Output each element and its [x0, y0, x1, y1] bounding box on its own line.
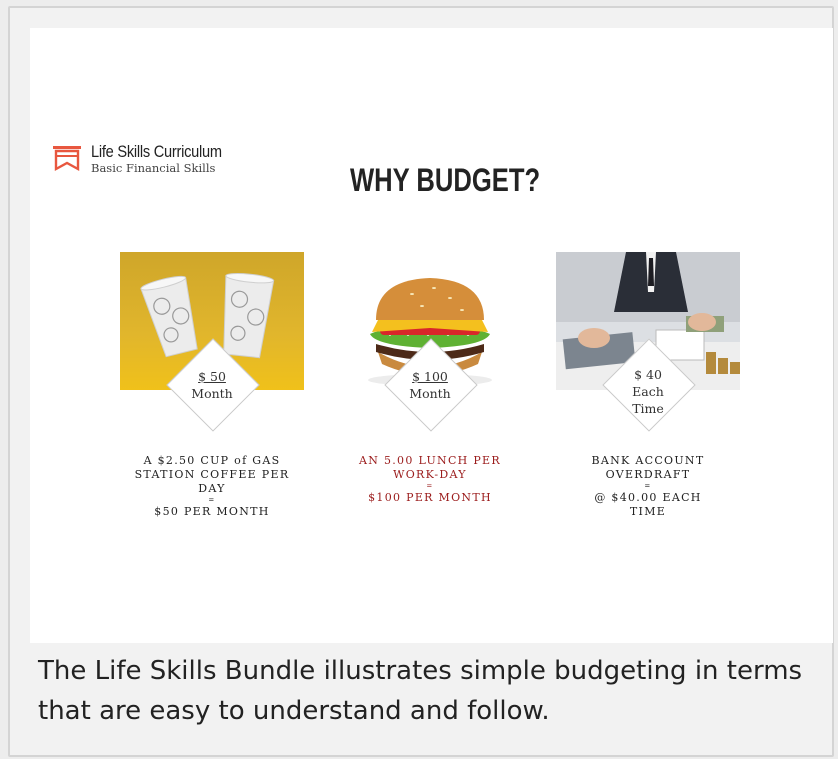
badge-amount: $ 50 — [198, 369, 226, 384]
caption-equals: = — [426, 482, 434, 490]
badge-amount: $ 100 — [412, 369, 448, 384]
caption-total: $50 PER MONTH — [154, 505, 270, 518]
caption-description: BANK ACCOUNT OVERDRAFT — [591, 454, 705, 481]
price-badge: $ 50 Month — [172, 368, 252, 402]
badge-unit: Month — [409, 386, 451, 401]
card-caption: A $2.50 CUP of GAS STATION COFFEE PER DA… — [120, 454, 304, 519]
card-caption: AN 5.00 LUNCH PER WORK-DAY = $100 PER MO… — [338, 454, 522, 505]
price-badge: $ 40 Each Time — [608, 366, 688, 417]
caption-equals: = — [208, 496, 216, 504]
badge-amount: $ 40 — [634, 367, 662, 382]
description-text: The Life Skills Bundle illustrates simpl… — [38, 656, 803, 726]
book-logo-icon — [53, 146, 81, 172]
slide: Life Skills Curriculum Basic Financial S… — [30, 28, 833, 643]
caption-total: @ $40.00 EACH TIME — [594, 491, 702, 518]
caption-description: A $2.50 CUP of GAS STATION COFFEE PER DA… — [134, 454, 290, 495]
page-title: WHY BUDGET? — [350, 162, 541, 198]
caption-equals: = — [644, 482, 652, 490]
badge-unit: Each Time — [632, 384, 664, 416]
caption-description: AN 5.00 LUNCH PER WORK-DAY — [359, 454, 501, 481]
logo-title: Life Skills Curriculum — [91, 142, 222, 161]
logo-subtitle: Basic Financial Skills — [91, 161, 216, 175]
slide-frame: Life Skills Curriculum Basic Financial S… — [8, 6, 834, 757]
caption-total: $100 PER MONTH — [368, 491, 492, 504]
logo: Life Skills Curriculum Basic Financial S… — [52, 142, 232, 182]
price-badge: $ 100 Month — [390, 368, 470, 402]
card-caption: BANK ACCOUNT OVERDRAFT = @ $40.00 EACH T… — [556, 454, 740, 519]
badge-unit: Month — [191, 386, 233, 401]
